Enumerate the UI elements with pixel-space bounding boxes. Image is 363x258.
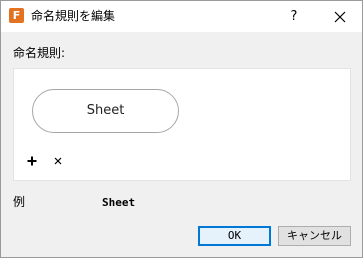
close-button[interactable] bbox=[319, 1, 361, 32]
close-icon bbox=[54, 157, 62, 165]
example-label: 例 bbox=[13, 195, 26, 209]
dialog-title: 命名規則を編集 bbox=[31, 9, 116, 23]
close-icon bbox=[334, 11, 346, 22]
remove-token-button[interactable] bbox=[52, 155, 64, 167]
add-token-button[interactable] bbox=[26, 155, 38, 167]
title-bar[interactable]: F 命名規則を編集 ? bbox=[1, 1, 362, 32]
edit-naming-rule-dialog: F 命名規則を編集 ? 命名規則: Sheet 例 Sheet OK キャンセル bbox=[0, 0, 363, 258]
ok-button[interactable]: OK bbox=[198, 226, 271, 246]
plus-icon bbox=[27, 156, 37, 166]
example-value: Sheet bbox=[102, 196, 136, 209]
cancel-button[interactable]: キャンセル bbox=[278, 226, 351, 246]
naming-rule-label: 命名規則: bbox=[13, 46, 66, 60]
app-icon: F bbox=[9, 8, 24, 23]
rule-token-sheet[interactable]: Sheet bbox=[32, 89, 179, 133]
help-button[interactable]: ? bbox=[277, 1, 311, 32]
naming-rule-panel: Sheet bbox=[13, 68, 351, 181]
